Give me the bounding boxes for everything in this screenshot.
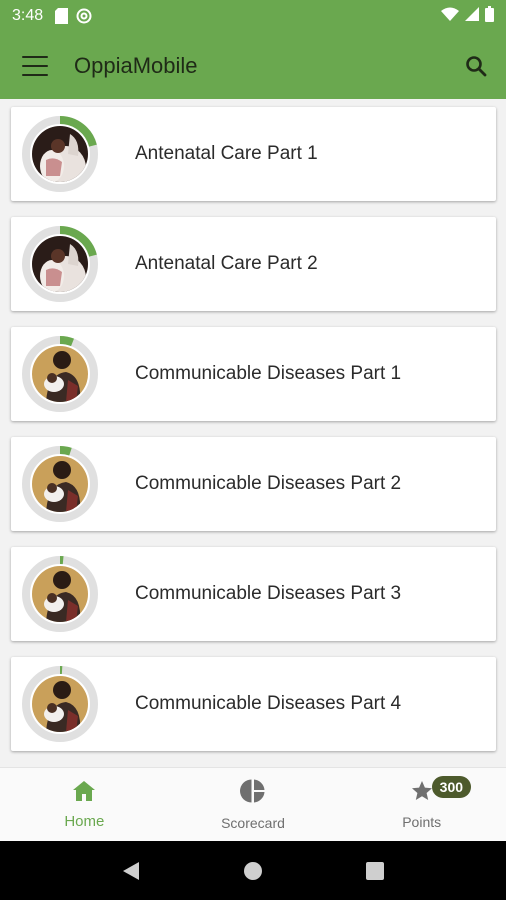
course-progress-ring [21, 665, 99, 743]
course-image [32, 566, 88, 622]
nav-home-label: Home [64, 812, 105, 830]
app-title: OppiaMobile [74, 52, 198, 78]
course-card[interactable]: Antenatal Care Part 1 [11, 107, 496, 201]
course-progress-ring [21, 225, 99, 303]
nav-home[interactable]: Home [0, 768, 169, 841]
home-button-icon[interactable] [238, 856, 268, 886]
hamburger-menu-icon[interactable] [22, 55, 48, 76]
back-icon[interactable] [116, 856, 146, 886]
system-navigation-bar [0, 841, 506, 900]
points-badge: 300 [431, 776, 472, 798]
course-card[interactable]: Antenatal Care Part 2 [11, 217, 496, 311]
bottom-navigation: Home Scorecard Points 300 [0, 767, 506, 841]
nav-points-label: Points [402, 814, 442, 830]
star-icon [410, 779, 434, 808]
course-card[interactable]: Communicable Diseases Part 2 [11, 437, 496, 531]
course-image [32, 126, 88, 182]
course-title: Communicable Diseases Part 3 [135, 583, 402, 604]
course-image [32, 346, 88, 402]
nav-scorecard[interactable]: Scorecard [169, 768, 338, 841]
sd-card-icon [55, 8, 69, 24]
course-image [32, 456, 88, 512]
course-title: Antenatal Care Part 1 [135, 143, 318, 164]
nav-scorecard-label: Scorecard [221, 815, 285, 831]
course-progress-ring [21, 335, 99, 413]
home-icon [72, 780, 96, 807]
recents-icon[interactable] [360, 856, 390, 886]
app-bar: OppiaMobile [0, 32, 506, 99]
course-title: Communicable Diseases Part 4 [135, 693, 402, 714]
course-image [32, 676, 88, 732]
course-list: Antenatal Care Part 1 Antenatal Care Part… [0, 99, 506, 767]
course-progress-ring [21, 555, 99, 633]
search-icon[interactable] [462, 52, 490, 80]
battery-icon [485, 5, 494, 27]
course-progress-ring [21, 115, 99, 193]
course-card[interactable]: Communicable Diseases Part 4 [11, 657, 496, 751]
course-title: Antenatal Care Part 2 [135, 253, 318, 274]
course-card[interactable]: Communicable Diseases Part 3 [11, 547, 496, 641]
status-bar: 3:48 [0, 0, 506, 32]
sync-icon [76, 8, 92, 24]
course-card[interactable]: Communicable Diseases Part 1 [11, 327, 496, 421]
course-progress-ring [21, 445, 99, 523]
course-title: Communicable Diseases Part 1 [135, 363, 402, 384]
pie-chart-icon [240, 778, 266, 809]
wifi-icon [441, 7, 459, 26]
signal-icon [465, 6, 479, 26]
course-image [32, 236, 88, 292]
course-title: Communicable Diseases Part 2 [135, 473, 402, 494]
status-time: 3:48 [12, 7, 44, 24]
nav-points[interactable]: Points 300 [337, 768, 506, 841]
